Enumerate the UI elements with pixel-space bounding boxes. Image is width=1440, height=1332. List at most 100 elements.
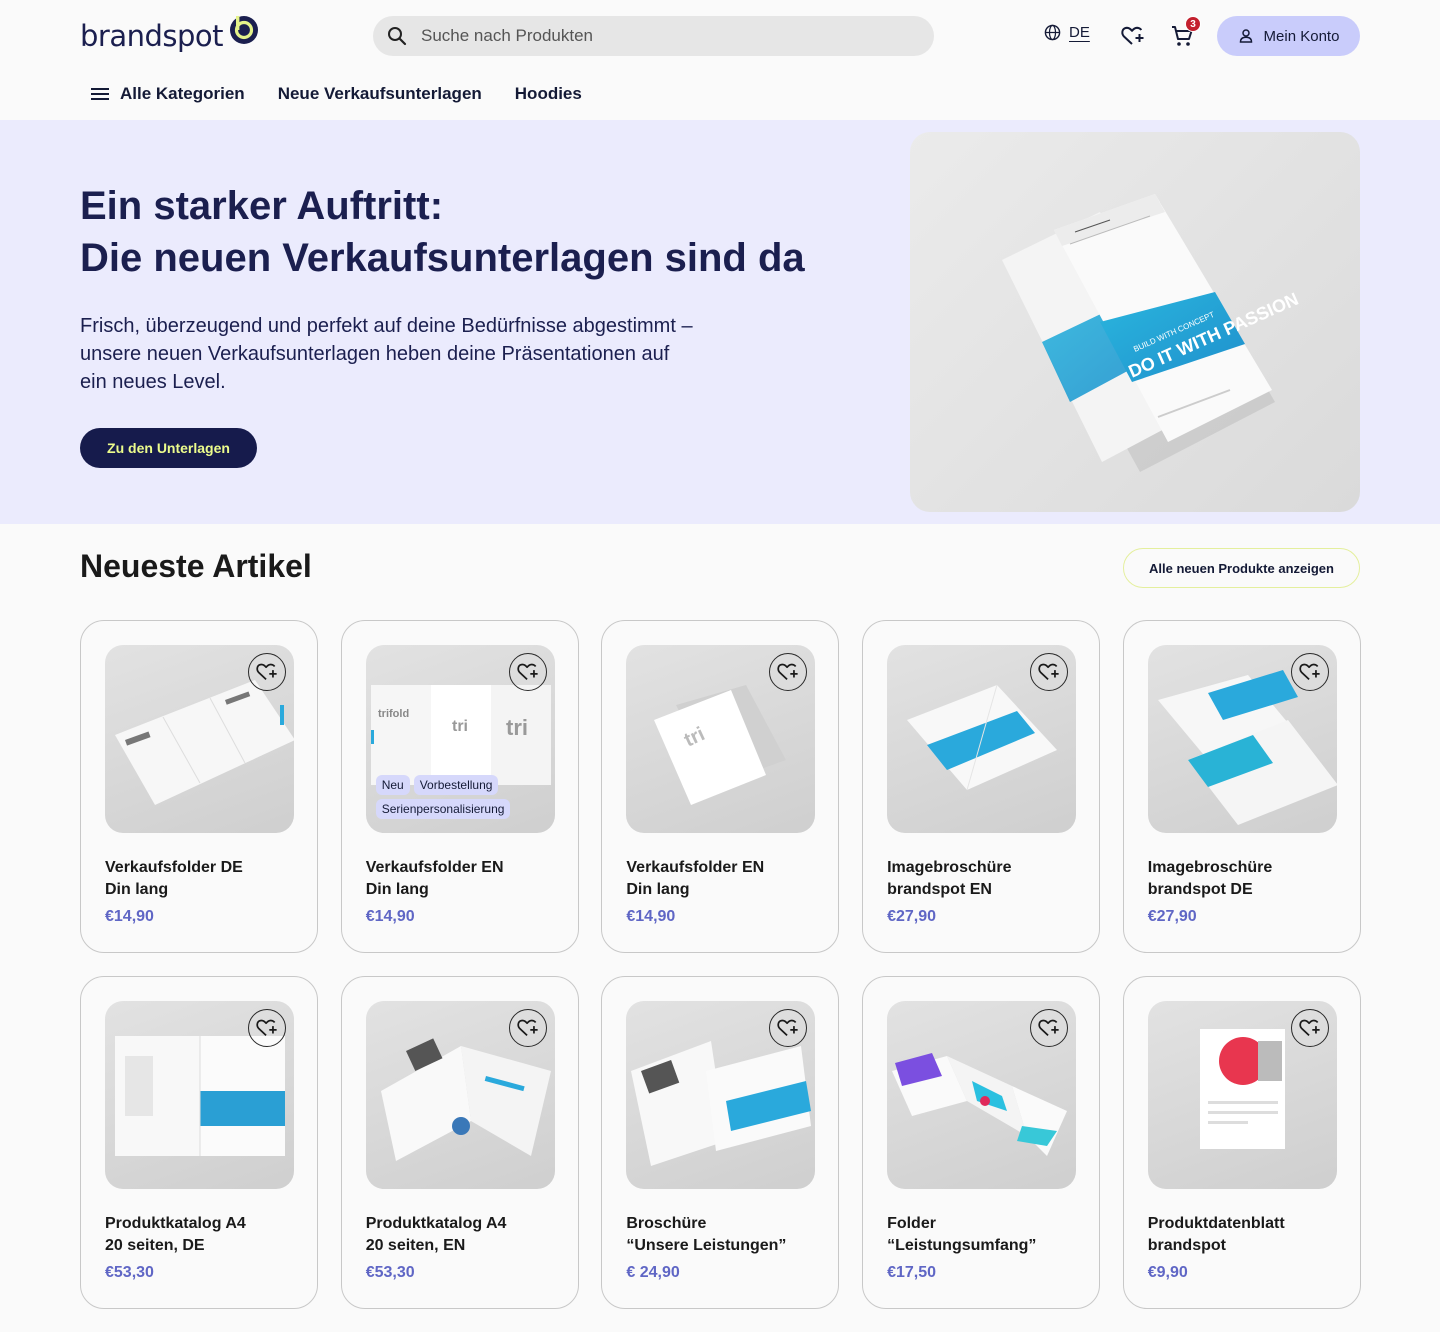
product-image[interactable]: tri bbox=[626, 645, 816, 833]
product-name[interactable]: Produktdatenblatt brandspot bbox=[1148, 1213, 1348, 1257]
product-price: €53,30 bbox=[105, 1264, 154, 1281]
hero-title: Ein starker Auftritt: Die neuen Verkaufs… bbox=[80, 180, 805, 284]
product-price: €14,90 bbox=[365, 908, 415, 925]
product-name-line-1: Produktkatalog A4 bbox=[365, 1215, 507, 1232]
add-to-wishlist-button[interactable] bbox=[1030, 1009, 1069, 1047]
product-price: €14,90 bbox=[105, 908, 154, 925]
product-tag: Serienpersonalisierung bbox=[375, 799, 511, 819]
product-card[interactable]: Folder “Leistungsumfang” €17,50 bbox=[862, 976, 1101, 1309]
wishlist-button[interactable] bbox=[1120, 24, 1146, 48]
product-image[interactable] bbox=[887, 1001, 1077, 1189]
product-card[interactable]: trifold tri tri Neu Vorbestellung Serienpers… bbox=[340, 620, 579, 953]
product-tags: Neu Vorbestellung Serienpersonalisierung bbox=[375, 775, 546, 819]
cart-button[interactable]: 3 bbox=[1170, 16, 1201, 50]
search-icon bbox=[388, 27, 407, 46]
add-to-wishlist-button[interactable] bbox=[508, 653, 547, 691]
nav-item-label: Neue Verkaufsunterlagen bbox=[277, 84, 482, 103]
product-name-line-2: 20 seiten, EN bbox=[365, 1237, 466, 1254]
add-to-wishlist-button[interactable] bbox=[1290, 1009, 1329, 1047]
language-code: DE bbox=[1069, 24, 1090, 41]
product-image[interactable] bbox=[626, 1001, 816, 1189]
heart-plus-icon bbox=[777, 1019, 798, 1036]
product-card[interactable]: Broschüre “Unsere Leistungen” € 24,90 bbox=[601, 976, 840, 1309]
product-name-line-2: 20 seiten, DE bbox=[105, 1237, 205, 1254]
svg-text:tri: tri bbox=[452, 718, 468, 735]
main-nav: Alle Kategorien Neue Verkaufsunterlagen … bbox=[90, 84, 615, 104]
add-to-wishlist-button[interactable] bbox=[248, 653, 286, 691]
all-new-products-button[interactable]: Alle neuen Produkte anzeigen bbox=[1123, 548, 1360, 588]
product-price: €27,90 bbox=[1147, 908, 1197, 925]
add-to-wishlist-button[interactable] bbox=[1030, 653, 1069, 691]
add-to-wishlist-button[interactable] bbox=[248, 1009, 286, 1047]
account-button[interactable]: Mein Konto bbox=[1217, 16, 1360, 56]
product-name-line-1: Imagebroschüre bbox=[887, 859, 1012, 876]
product-grid: Verkaufsfolder DE Din lang €14,90 trifol… bbox=[80, 620, 1361, 1309]
search-input[interactable] bbox=[421, 26, 901, 46]
product-name-line-2: brandspot bbox=[1147, 1237, 1226, 1254]
nav-item-neue-verkaufsunterlagen[interactable]: Neue Verkaufsunterlagen bbox=[278, 84, 482, 104]
product-name-line-1: Imagebroschüre bbox=[1147, 859, 1273, 876]
logo-mark-icon bbox=[230, 16, 259, 44]
product-name-line-2: “Leistungsumfang” bbox=[887, 1237, 1037, 1254]
product-name[interactable]: Folder “Leistungsumfang” bbox=[887, 1213, 1087, 1257]
search-bar[interactable] bbox=[373, 16, 934, 56]
add-to-wishlist-button[interactable] bbox=[1290, 653, 1329, 691]
product-image[interactable] bbox=[105, 1001, 294, 1189]
product-image[interactable] bbox=[887, 645, 1077, 833]
product-price: €17,50 bbox=[887, 1264, 936, 1281]
heart-plus-icon bbox=[777, 663, 798, 680]
nav-all-categories[interactable]: Alle Kategorien bbox=[90, 84, 245, 104]
product-name-line-1: Broschüre bbox=[626, 1215, 707, 1232]
product-name[interactable]: Broschüre “Unsere Leistungen” bbox=[626, 1213, 826, 1257]
product-card[interactable]: Imagebroschüre brandspot DE €27,90 bbox=[1122, 620, 1361, 953]
account-label: Mein Konto bbox=[1263, 27, 1340, 45]
language-switcher[interactable]: DE bbox=[1044, 24, 1090, 41]
product-name-line-1: Produktkatalog A4 bbox=[105, 1215, 246, 1232]
product-name[interactable]: Verkaufsfolder EN Din lang bbox=[366, 857, 566, 901]
product-name-line-1: Produktdatenblatt bbox=[1147, 1215, 1285, 1232]
heart-plus-icon bbox=[1038, 1019, 1059, 1036]
cart-count-badge: 3 bbox=[1185, 16, 1201, 32]
product-name-line-1: Verkaufsfolder EN bbox=[626, 859, 765, 876]
product-name-line-1: Folder bbox=[887, 1215, 936, 1232]
hamburger-menu-icon bbox=[91, 88, 109, 100]
header: brandspot DE bbox=[0, 0, 1440, 120]
logo-text: brandspot bbox=[80, 19, 224, 53]
product-image[interactable] bbox=[365, 1001, 555, 1189]
product-image[interactable]: trifold tri tri Neu Vorbestellung Serienpers… bbox=[365, 645, 555, 833]
product-tag: Vorbestellung bbox=[413, 775, 499, 795]
product-price: €53,30 bbox=[365, 1264, 415, 1281]
product-name[interactable]: Imagebroschüre brandspot EN bbox=[887, 857, 1087, 901]
heart-plus-icon bbox=[1299, 1019, 1320, 1036]
product-name[interactable]: Verkaufsfolder EN Din lang bbox=[626, 857, 826, 901]
hero-cta-button[interactable]: Zu den Unterlagen bbox=[80, 428, 257, 468]
product-name[interactable]: Verkaufsfolder DE Din lang bbox=[105, 857, 305, 901]
product-image[interactable] bbox=[1147, 645, 1337, 833]
heart-plus-icon bbox=[517, 1019, 538, 1036]
product-name-line-2: Din lang bbox=[365, 881, 429, 898]
product-tag: Neu bbox=[375, 775, 410, 795]
product-name[interactable]: Produktkatalog A4 20 seiten, DE bbox=[105, 1213, 305, 1257]
product-card[interactable]: Imagebroschüre brandspot EN €27,90 bbox=[862, 620, 1101, 953]
product-image[interactable] bbox=[105, 645, 294, 833]
product-card[interactable]: Produktdatenblatt brandspot €9,90 bbox=[1122, 976, 1361, 1309]
product-card[interactable]: tri Verkaufsfolder EN Din lang €14,90 bbox=[601, 620, 840, 953]
heart-plus-icon bbox=[1299, 663, 1320, 680]
product-name[interactable]: Produktkatalog A4 20 seiten, EN bbox=[366, 1213, 566, 1257]
add-to-wishlist-button[interactable] bbox=[508, 1009, 547, 1047]
product-card[interactable]: Verkaufsfolder DE Din lang €14,90 bbox=[80, 620, 318, 953]
heart-plus-icon bbox=[517, 663, 538, 680]
product-image[interactable] bbox=[1147, 1001, 1337, 1189]
section-title: Neueste Artikel bbox=[80, 548, 312, 584]
product-name[interactable]: Imagebroschüre brandspot DE bbox=[1148, 857, 1348, 901]
globe-icon bbox=[1044, 24, 1061, 41]
product-price: €27,90 bbox=[887, 908, 936, 925]
product-name-line-1: Verkaufsfolder EN bbox=[365, 859, 504, 876]
nav-item-hoodies[interactable]: Hoodies bbox=[515, 84, 582, 104]
product-name-line-2: brandspot EN bbox=[887, 881, 992, 898]
brandspot-logo[interactable]: brandspot bbox=[80, 14, 259, 58]
product-card[interactable]: Produktkatalog A4 20 seiten, EN €53,30 bbox=[340, 976, 579, 1309]
heart-plus-icon bbox=[1121, 26, 1144, 45]
product-card[interactable]: Produktkatalog A4 20 seiten, DE €53,30 bbox=[80, 976, 318, 1309]
product-name-line-1: Verkaufsfolder DE bbox=[105, 859, 243, 876]
